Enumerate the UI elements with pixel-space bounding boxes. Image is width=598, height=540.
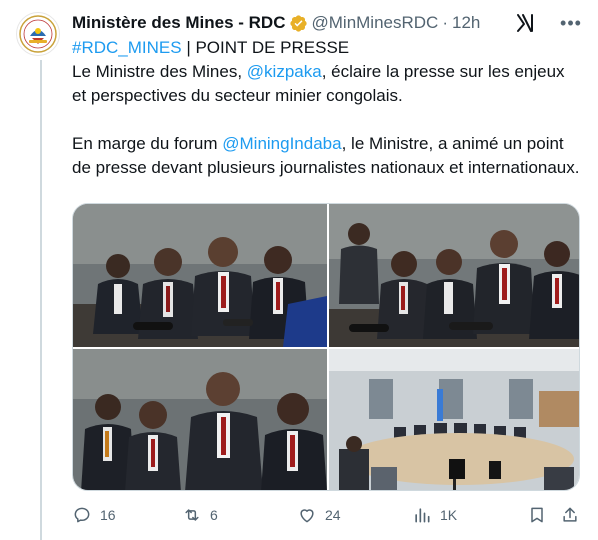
tweet-text: #RDC_MINES | POINT DE PRESSE Le Ministre… (72, 36, 582, 180)
press-conference-photo-2[interactable] (329, 204, 579, 347)
verified-badge-icon[interactable] (289, 14, 308, 33)
views-count: 1K (440, 507, 458, 523)
hashtag-link[interactable]: #RDC_MINES (72, 38, 182, 57)
tweet-card[interactable]: Ministère des Mines - RDC @MinMinesRDC ·… (0, 0, 598, 540)
media-grid (72, 203, 580, 491)
author-name[interactable]: Ministère des Mines - RDC (72, 13, 286, 33)
reply-count: 16 (100, 507, 116, 523)
tweet-header: Ministère des Mines - RDC @MinMinesRDC ·… (72, 12, 582, 34)
tweet-line-2: Le Ministre des Mines, @kizpaka, éclaire… (72, 62, 565, 105)
bookmark-icon (531, 507, 543, 523)
tweet-line-3: En marge du forum @MiningIndaba, le Mini… (72, 134, 580, 177)
more-options-icon[interactable]: ••• (560, 12, 582, 34)
retweet-count: 6 (210, 507, 218, 523)
share-icon (563, 507, 577, 522)
tweet-line-1: #RDC_MINES | POINT DE PRESSE (72, 38, 350, 57)
mention-link[interactable]: @MiningIndaba (222, 134, 341, 153)
avatar[interactable] (16, 12, 60, 56)
like-button[interactable]: 24 (297, 505, 341, 525)
reply-button[interactable]: 16 (72, 505, 116, 525)
thread-line (40, 60, 42, 540)
views-chart-icon (415, 508, 430, 523)
retweet-button[interactable]: 6 (182, 505, 218, 525)
author-handle[interactable]: @MinMinesRDC (312, 13, 439, 33)
heart-icon (300, 509, 314, 523)
press-conference-photo-4[interactable] (329, 349, 579, 490)
press-conference-photo-3[interactable] (73, 349, 327, 490)
timestamp[interactable]: 12h (452, 13, 480, 33)
retweet-icon (185, 509, 199, 521)
share-button[interactable] (560, 505, 580, 525)
action-bar: 16 6 24 1K (72, 503, 582, 527)
reply-icon (74, 507, 90, 523)
views-button[interactable]: 1K (412, 505, 457, 525)
separator-dot: · (442, 13, 448, 32)
press-conference-photo-1[interactable] (73, 204, 327, 347)
government-seal-icon (19, 15, 57, 53)
mention-link[interactable]: @kizpaka (247, 62, 322, 81)
bookmark-button[interactable] (527, 505, 547, 525)
grok-icon[interactable] (514, 12, 536, 34)
like-count: 24 (325, 507, 341, 523)
